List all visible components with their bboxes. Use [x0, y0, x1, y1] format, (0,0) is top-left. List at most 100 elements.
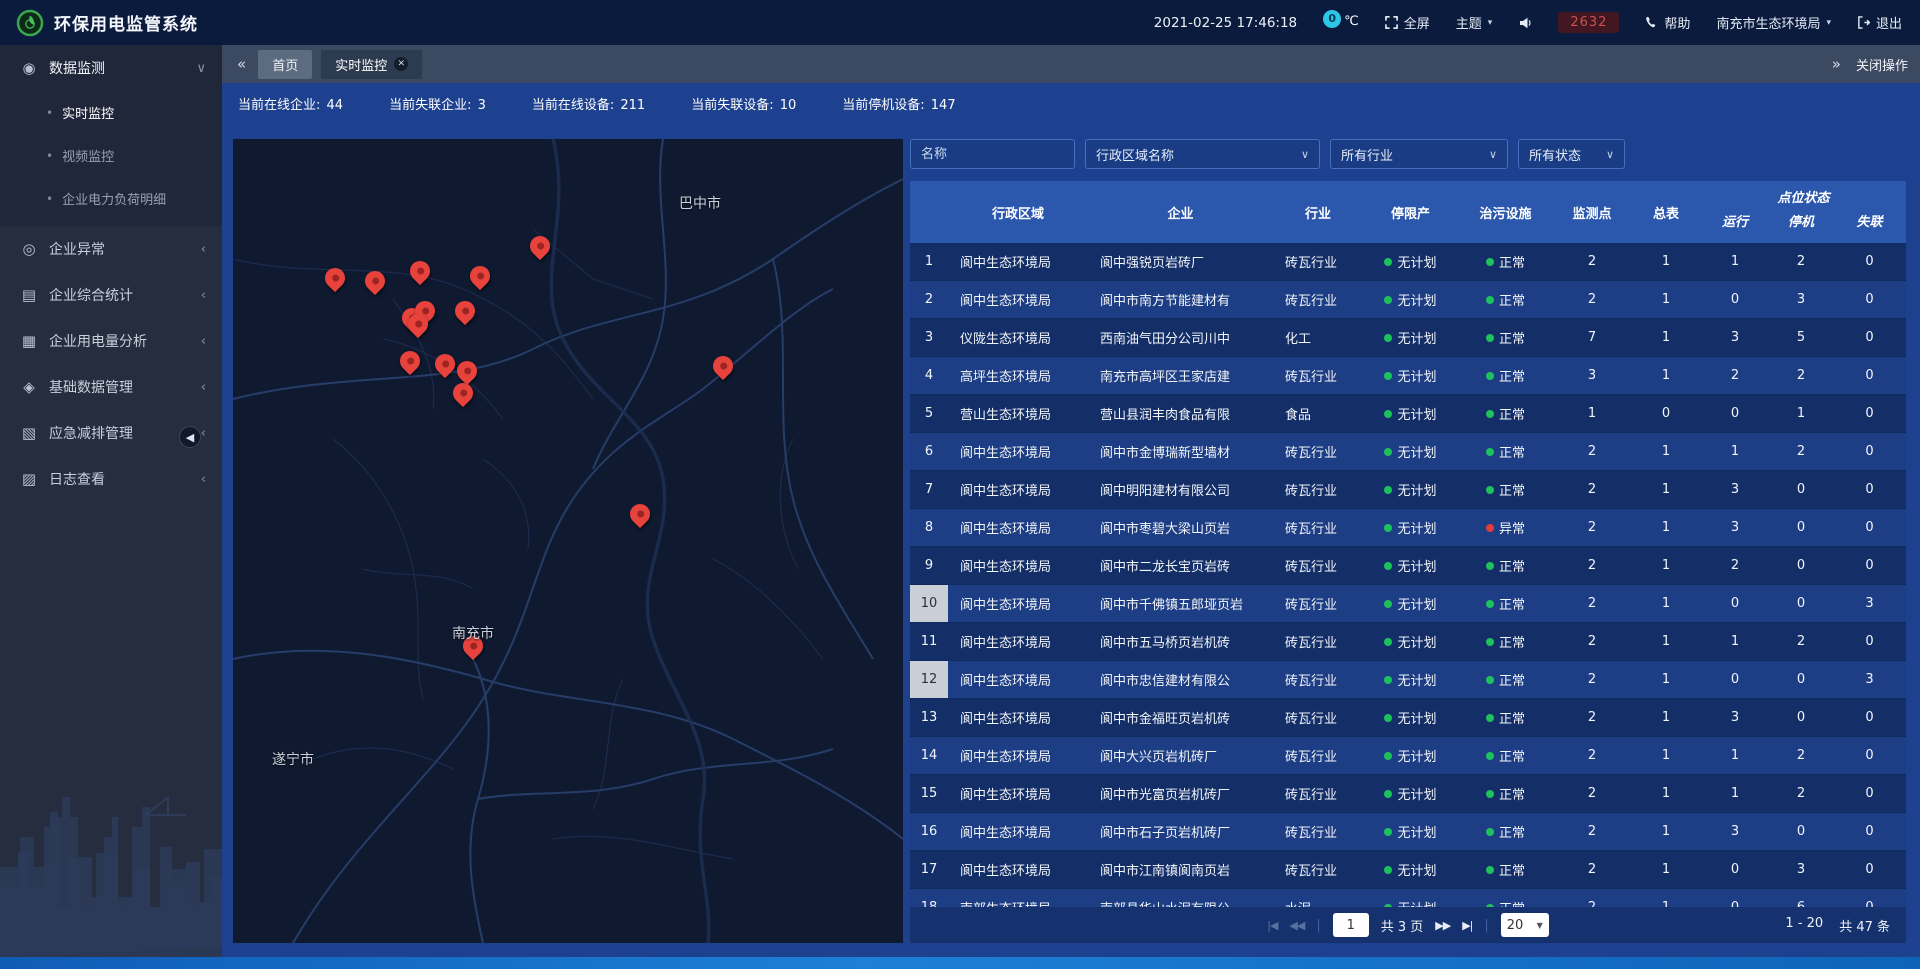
cell-facility: 正常: [1458, 775, 1553, 812]
cell-meters: 1: [1631, 243, 1701, 280]
cell-region: 仪陇生态环境局: [948, 319, 1088, 356]
map-pin[interactable]: [709, 352, 737, 380]
map-city-label: 巴中市: [679, 193, 721, 213]
tabs-scroll-left-icon[interactable]: «: [234, 55, 249, 73]
org-dropdown[interactable]: 南充市生态环境局 ▾: [1716, 13, 1831, 32]
table-row[interactable]: 15阆中生态环境局阆中市光富页岩机砖厂砖瓦行业无计划正常21120: [910, 775, 1906, 813]
status-dot-green-icon: [1384, 562, 1392, 570]
fullscreen-button[interactable]: 全屏: [1385, 13, 1430, 32]
status-dot-green-icon: [1486, 638, 1494, 646]
close-operations-button[interactable]: 关闭操作: [1856, 55, 1908, 74]
cell-limit: 无计划: [1363, 357, 1458, 394]
pagination-separator: |: [1316, 918, 1320, 933]
theme-dropdown[interactable]: 主题 ▾: [1456, 13, 1493, 32]
limit-label: 无计划: [1397, 594, 1436, 613]
sidebar-subitem-video-monitor[interactable]: •视频监控: [0, 134, 222, 177]
name-filter-input[interactable]: [910, 139, 1075, 169]
sidebar-item-enterprise-statistics[interactable]: ▤企业综合统计‹: [0, 272, 222, 318]
table-row[interactable]: 3仪陇生态环境局西南油气田分公司川中化工无计划正常71350: [910, 319, 1906, 357]
map-pin[interactable]: [431, 350, 459, 378]
table-row[interactable]: 5营山生态环境局营山县润丰肉食品有限食品无计划正常10010: [910, 395, 1906, 433]
sidebar-subitem-power-load-detail[interactable]: •企业电力负荷明细: [0, 177, 222, 220]
sidebar-subitem-label: 实时监控: [62, 103, 114, 122]
map-pin[interactable]: [321, 264, 349, 292]
announcement-button[interactable]: [1518, 16, 1532, 30]
map-pin[interactable]: [361, 267, 389, 295]
status-dot-red-icon: [1486, 524, 1494, 532]
sidebar-subitem-realtime-monitor[interactable]: •实时监控: [0, 91, 222, 134]
industry-filter-select[interactable]: 所有行业 ∨: [1330, 139, 1508, 169]
sidebar-item-enterprise-abnormal[interactable]: ◎企业异常‹: [0, 226, 222, 272]
cell-limit: 无计划: [1363, 889, 1458, 907]
table-row[interactable]: 17阆中生态环境局阆中市江南镇阆南页岩砖瓦行业无计划正常21030: [910, 851, 1906, 889]
page-size-select[interactable]: 20 ▼: [1501, 913, 1549, 937]
status-dot-green-icon: [1486, 676, 1494, 684]
bar-chart-icon: ▦: [20, 332, 38, 350]
sidebar-item-data-monitor[interactable]: ◉数据监测∨: [0, 45, 222, 91]
region-filter-select[interactable]: 行政区域名称 ∨: [1085, 139, 1320, 169]
row-index: 8: [910, 509, 948, 546]
table-row[interactable]: 9阆中生态环境局阆中市二龙长宝页岩砖砖瓦行业无计划正常21200: [910, 547, 1906, 585]
map-pin[interactable]: [451, 297, 479, 325]
limit-label: 无计划: [1397, 822, 1436, 841]
tab-home[interactable]: 首页: [258, 50, 312, 79]
row-index: 3: [910, 319, 948, 356]
prev-page-icon[interactable]: ◀◀: [1289, 919, 1304, 932]
cell-company: 阆中市二龙长宝页岩砖: [1088, 547, 1273, 584]
table-row[interactable]: 16阆中生态环境局阆中市石子页岩机砖厂砖瓦行业无计划正常21300: [910, 813, 1906, 851]
nav-group-log-view: ▨日志查看‹: [0, 456, 222, 502]
tab-realtime-monitor[interactable]: 实时监控 ✕: [321, 50, 422, 79]
map-pin[interactable]: [449, 379, 477, 407]
table-row[interactable]: 11阆中生态环境局阆中市五马桥页岩机砖砖瓦行业无计划正常21120: [910, 623, 1906, 661]
sidebar-collapse-button[interactable]: ◀: [179, 426, 201, 448]
cell-industry: 砖瓦行业: [1273, 661, 1363, 698]
chevron-down-icon: ▾: [1826, 18, 1831, 28]
map-panel[interactable]: 巴中市南充市遂宁市: [233, 139, 903, 943]
table-row[interactable]: 12阆中生态环境局阆中市忠信建材有限公砖瓦行业无计划正常21003: [910, 661, 1906, 699]
tabs-scroll-right-icon[interactable]: »: [1829, 55, 1844, 73]
map-pin[interactable]: [396, 347, 424, 375]
cell-lost: 0: [1833, 813, 1906, 850]
temperature-display: 0 ℃: [1323, 14, 1359, 32]
table-row[interactable]: 8阆中生态环境局阆中市枣碧大梁山页岩砖瓦行业无计划异常21300: [910, 509, 1906, 547]
cell-stop: 2: [1769, 433, 1833, 470]
table-row[interactable]: 10阆中生态环境局阆中市千佛镇五郎垭页岩砖瓦行业无计划正常21003: [910, 585, 1906, 623]
sidebar-item-log-view[interactable]: ▨日志查看‹: [0, 456, 222, 502]
table-row[interactable]: 7阆中生态环境局阆中明阳建材有限公司砖瓦行业无计划正常21300: [910, 471, 1906, 509]
status-dot-green-icon: [1486, 410, 1494, 418]
pagination-bar: |◀ ◀◀ | 共 3 页 ▶▶ ▶| | 20 ▼: [910, 907, 1906, 943]
table-row[interactable]: 4高坪生态环境局南充市高坪区王家店建砖瓦行业无计划正常31220: [910, 357, 1906, 395]
sidebar-item-power-analysis[interactable]: ▦企业用电量分析‹: [0, 318, 222, 364]
map-pin[interactable]: [526, 232, 554, 260]
table-row[interactable]: 2阆中生态环境局阆中市南方节能建材有砖瓦行业无计划正常21030: [910, 281, 1906, 319]
app-logo-icon: [16, 9, 44, 37]
cell-limit: 无计划: [1363, 775, 1458, 812]
nav-group-base-data: ◈基础数据管理‹: [0, 364, 222, 410]
cell-stop: 0: [1769, 509, 1833, 546]
next-page-icon[interactable]: ▶▶: [1435, 919, 1450, 932]
table-row[interactable]: 1阆中生态环境局阆中强锐页岩砖厂砖瓦行业无计划正常21120: [910, 243, 1906, 281]
sidebar-item-base-data[interactable]: ◈基础数据管理‹: [0, 364, 222, 410]
bottom-accent-strip: [0, 957, 1920, 969]
status-filter-select[interactable]: 所有状态 ∨: [1518, 139, 1625, 169]
cell-stop: 2: [1769, 357, 1833, 394]
map-pin[interactable]: [453, 357, 481, 385]
alert-count-badge[interactable]: 2632: [1558, 12, 1619, 33]
table-row[interactable]: 18南部生态环境局南部县华山水泥有限公水泥无计划正常21060: [910, 889, 1906, 907]
map-pin[interactable]: [406, 257, 434, 285]
page-number-input[interactable]: [1333, 913, 1369, 937]
stat-item: 当前在线设备: 211: [532, 94, 645, 113]
table-row[interactable]: 14阆中生态环境局阆中大兴页岩机砖厂砖瓦行业无计划正常21120: [910, 737, 1906, 775]
first-page-icon[interactable]: |◀: [1267, 919, 1277, 932]
sidebar-subitem-label: 视频监控: [62, 146, 114, 165]
table-row[interactable]: 6阆中生态环境局阆中市金博瑞新型墙材砖瓦行业无计划正常21120: [910, 433, 1906, 471]
tab-close-icon[interactable]: ✕: [394, 57, 408, 71]
help-button[interactable]: 帮助: [1645, 13, 1690, 32]
table-row[interactable]: 13阆中生态环境局阆中市金福旺页岩机砖砖瓦行业无计划正常21300: [910, 699, 1906, 737]
last-page-icon[interactable]: ▶|: [1462, 919, 1472, 932]
map-pin[interactable]: [466, 262, 494, 290]
logout-button[interactable]: 退出: [1857, 13, 1902, 32]
nav-group-power-analysis: ▦企业用电量分析‹: [0, 318, 222, 364]
map-pin[interactable]: [626, 500, 654, 528]
cell-run: 1: [1701, 775, 1769, 812]
